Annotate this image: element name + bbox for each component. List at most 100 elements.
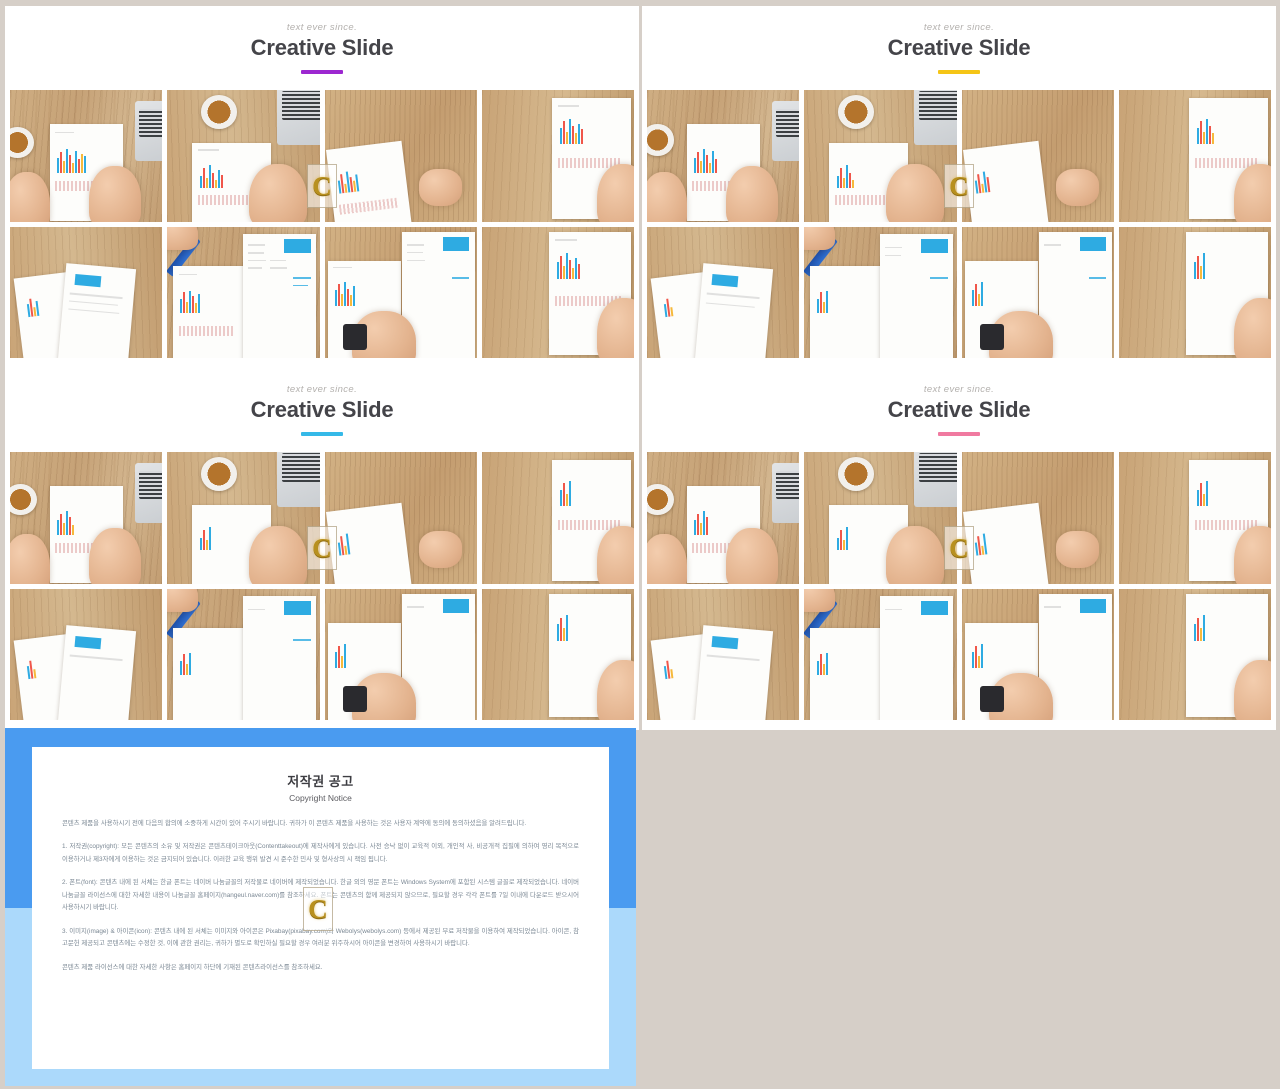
chart-paper	[810, 265, 881, 358]
chart-paper	[962, 502, 1049, 584]
photo-two-documents[interactable]	[647, 588, 800, 720]
report-paper	[57, 263, 136, 358]
photo-grid	[5, 452, 639, 725]
photo-finger-pointing-chart[interactable]	[481, 452, 634, 584]
chart-paper	[810, 627, 881, 720]
copyright-paragraph: 1. 저작권(copyright): 모든 콘텐츠의 소유 및 저작권은 콘텐츠…	[62, 843, 579, 863]
laptop-icon	[913, 452, 957, 508]
photo-hand-chart-right[interactable]	[481, 226, 634, 358]
slide-preview-1[interactable]: text ever since. Creative Slide C	[5, 6, 639, 368]
photo-hands-chart-coffee[interactable]	[647, 90, 800, 222]
photo-finger-pointing-chart[interactable]	[481, 90, 634, 222]
wristwatch-icon	[342, 685, 368, 713]
slide-preview-3[interactable]: text ever since. Creative Slide C	[5, 368, 639, 730]
hand	[249, 163, 308, 222]
watermark-c-icon: C	[307, 526, 337, 570]
slide-header: text ever since. Creative Slide	[642, 6, 1276, 90]
photo-watch-hand-pointing[interactable]	[961, 588, 1114, 720]
fist-hand	[418, 530, 462, 568]
report-paper	[243, 596, 317, 720]
slide-eyebrow: text ever since.	[923, 384, 995, 396]
photo-pen-and-report[interactable]	[804, 226, 957, 358]
title-accent-bar	[938, 69, 980, 74]
report-paper	[57, 625, 136, 720]
hand	[89, 166, 141, 222]
laptop-icon	[771, 462, 800, 523]
photo-watch-hand-pointing[interactable]	[324, 588, 477, 720]
laptop-icon	[276, 90, 320, 146]
slide-eyebrow: text ever since.	[286, 22, 358, 34]
fist-hand	[1055, 168, 1099, 206]
photo-hand-chart-laptop[interactable]	[167, 452, 320, 584]
slide-header: text ever since. Creative Slide	[5, 6, 639, 90]
photo-finger-pointing-chart[interactable]	[1118, 90, 1271, 222]
photo-watch-hand-pointing[interactable]	[324, 226, 477, 358]
photo-hand-chart-right[interactable]	[1118, 226, 1271, 358]
slide-eyebrow: text ever since.	[923, 22, 995, 34]
title-accent-bar	[301, 69, 343, 74]
photo-hands-chart-coffee[interactable]	[10, 452, 163, 584]
fist-hand	[1055, 530, 1099, 568]
photo-two-documents[interactable]	[10, 226, 163, 358]
laptop-icon	[771, 100, 800, 161]
photo-pen-and-report[interactable]	[804, 588, 957, 720]
photo-hand-chart-right[interactable]	[1118, 588, 1271, 720]
chart-paper	[173, 265, 244, 358]
chart-paper	[962, 140, 1049, 222]
photo-watch-hand-pointing[interactable]	[961, 226, 1114, 358]
copyright-subtitle: Copyright Notice	[289, 793, 352, 803]
photo-fist-tilted-chart[interactable]	[961, 452, 1114, 584]
wristwatch-icon	[979, 323, 1005, 351]
photo-hand-chart-laptop[interactable]	[804, 90, 957, 222]
laptop-icon	[276, 452, 320, 508]
laptop-icon	[134, 462, 163, 523]
watermark-c-icon: C	[307, 164, 337, 208]
report-paper	[880, 596, 954, 720]
wristwatch-icon	[342, 323, 368, 351]
photo-hand-chart-laptop[interactable]	[167, 90, 320, 222]
slide-preview-2[interactable]: text ever since. Creative Slide C	[642, 6, 1276, 368]
photo-grid	[5, 90, 639, 363]
slide-eyebrow: text ever since.	[286, 384, 358, 396]
title-accent-bar	[301, 431, 343, 436]
photo-fist-tilted-chart[interactable]	[961, 90, 1114, 222]
chart-paper	[173, 627, 244, 720]
fist-hand	[418, 168, 462, 206]
copyright-title: 저작권 공고	[287, 774, 354, 789]
watermark-c-icon: C	[944, 526, 974, 570]
report-paper	[880, 234, 954, 358]
photo-hand-chart-laptop[interactable]	[804, 452, 957, 584]
copyright-paragraph: 콘텐츠 제품 라이선스에 대한 자세한 사항은 홈페이지 하단에 기재된 콘텐츠…	[62, 963, 323, 971]
chart-paper	[325, 502, 412, 584]
report-paper	[694, 625, 773, 720]
slide-header: text ever since. Creative Slide	[642, 368, 1276, 452]
watermark-c-icon: C	[944, 164, 974, 208]
slide-header: text ever since. Creative Slide	[5, 368, 639, 452]
watermark-c-icon: C	[303, 887, 333, 931]
template-preview-canvas: text ever since. Creative Slide C text e…	[0, 0, 1280, 1089]
slide-title: Creative Slide	[887, 397, 1031, 423]
chart-paper	[325, 140, 412, 222]
photo-two-documents[interactable]	[647, 226, 800, 358]
photo-hand-chart-right[interactable]	[481, 588, 634, 720]
photo-pen-and-report[interactable]	[167, 588, 320, 720]
hand	[167, 226, 198, 251]
photo-fist-tilted-chart[interactable]	[324, 90, 477, 222]
photo-grid	[642, 90, 1276, 363]
slide-title: Creative Slide	[887, 35, 1031, 61]
slide-preview-4[interactable]: text ever since. Creative Slide C	[642, 368, 1276, 730]
photo-hands-chart-coffee[interactable]	[10, 90, 163, 222]
photo-grid	[642, 452, 1276, 725]
photo-finger-pointing-chart[interactable]	[1118, 452, 1271, 584]
photo-fist-tilted-chart[interactable]	[324, 452, 477, 584]
photo-two-documents[interactable]	[10, 588, 163, 720]
report-paper	[243, 234, 317, 358]
laptop-icon	[134, 100, 163, 161]
copyright-paragraph: 콘텐츠 제품을 사용하시기 전에 다음의 합의에 소중하게 시간이 있어 주시기…	[62, 820, 527, 827]
slide-title: Creative Slide	[250, 397, 394, 423]
photo-hands-chart-coffee[interactable]	[647, 452, 800, 584]
title-accent-bar	[938, 431, 980, 436]
photo-pen-and-report[interactable]	[167, 226, 320, 358]
wristwatch-icon	[979, 685, 1005, 713]
slide-title: Creative Slide	[250, 35, 394, 61]
